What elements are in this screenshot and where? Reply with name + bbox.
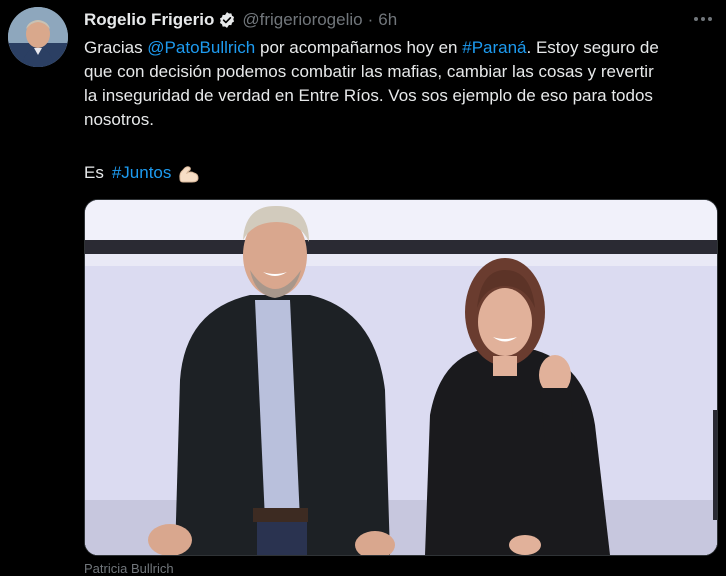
tweet[interactable]: Rogelio Frigerio @frigeriorogelio · 6h G… bbox=[0, 0, 726, 576]
text-span: . Estoy seguro de bbox=[526, 38, 659, 57]
photo-tag-caption[interactable]: Patricia Bullrich bbox=[84, 561, 174, 576]
avatar[interactable] bbox=[8, 7, 68, 67]
tweet-text-line: la inseguridad de verdad en Entre Ríos. … bbox=[84, 86, 653, 105]
tweet-text-line: nosotros. bbox=[84, 110, 154, 129]
tweet-text-line: Gracias @PatoBullrich por acompañarnos h… bbox=[84, 36, 714, 60]
text-span: por acompañarnos hoy en bbox=[255, 38, 463, 57]
timestamp[interactable]: 6h bbox=[378, 10, 397, 30]
tweet-text-line: que con decisión podemos combatir las ma… bbox=[84, 62, 654, 81]
verified-badge-icon bbox=[218, 11, 236, 29]
mention-link[interactable]: @PatoBullrich bbox=[147, 38, 255, 57]
flexed-biceps-emoji bbox=[177, 162, 201, 184]
author-name[interactable]: Rogelio Frigerio bbox=[84, 10, 214, 30]
tweet-header: Rogelio Frigerio @frigeriorogelio · 6h bbox=[84, 9, 397, 31]
hashtag-link[interactable]: #Paraná bbox=[462, 38, 526, 57]
author-handle[interactable]: @frigeriorogelio bbox=[242, 10, 362, 30]
tweet-photo[interactable] bbox=[84, 199, 718, 556]
tweet-text: Gracias @PatoBullrich por acompañarnos h… bbox=[84, 36, 714, 132]
hashtag-link[interactable]: #Juntos bbox=[112, 161, 172, 185]
separator: · bbox=[367, 10, 374, 29]
text-span: Gracias bbox=[84, 38, 148, 57]
more-options-icon[interactable] bbox=[688, 6, 718, 32]
es-text: Es bbox=[84, 163, 104, 182]
tweet-hashtag-line: Es #Juntos bbox=[84, 161, 201, 185]
